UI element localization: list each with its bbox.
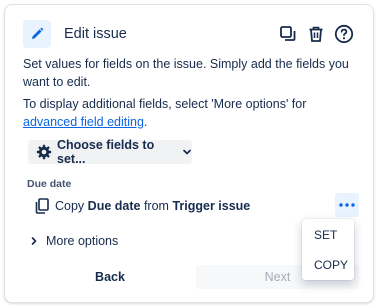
panel-title: Edit issue: [64, 26, 127, 42]
panel-header: Edit issue: [23, 19, 355, 49]
trash-icon[interactable]: [305, 23, 327, 45]
field-name: Due date: [87, 199, 141, 213]
copy-icon[interactable]: [277, 23, 299, 45]
pencil-icon: [23, 20, 51, 48]
header-actions: [277, 23, 355, 45]
choose-fields-button[interactable]: Choose fields to set...: [28, 138, 192, 166]
source-name: Trigger issue: [172, 199, 251, 213]
back-button[interactable]: Back: [25, 265, 195, 289]
description-text: Set values for fields on the issue. Simp…: [23, 57, 349, 89]
from-text: from: [143, 199, 169, 213]
help-icon[interactable]: [333, 23, 355, 45]
due-date-label: Due date: [27, 178, 72, 190]
chevron-right-icon: [30, 236, 38, 246]
hint-suffix: .: [143, 115, 148, 129]
dropdown-item-copy[interactable]: COPY: [302, 253, 354, 277]
field-action-dropdown: SET COPY: [302, 219, 354, 280]
more-horizontal-icon: [339, 203, 355, 207]
gear-icon: [36, 144, 52, 160]
more-options-label: More options: [46, 234, 119, 248]
copy-icon: [35, 198, 49, 214]
advanced-editing-hint: To display additional fields, select 'Mo…: [23, 95, 359, 131]
copy-prefix: Copy: [55, 199, 85, 213]
dropdown-item-set[interactable]: SET: [302, 223, 354, 247]
hint-prefix: To display additional fields, select 'Mo…: [23, 97, 307, 111]
choose-fields-label: Choose fields to set...: [57, 138, 155, 166]
more-options-toggle[interactable]: More options: [30, 234, 118, 248]
chevron-down-icon: [182, 147, 192, 157]
more-actions-button[interactable]: [335, 193, 359, 217]
due-date-field-row: Copy Due date from Trigger issue: [35, 195, 250, 217]
advanced-field-editing-link[interactable]: advanced field editing: [23, 115, 144, 129]
